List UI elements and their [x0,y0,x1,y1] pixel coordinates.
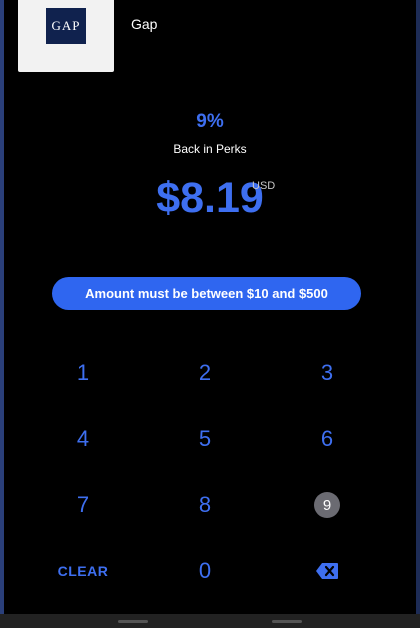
perks-percent: 9% [196,111,224,132]
key-5[interactable]: 5 [144,406,266,472]
key-3[interactable]: 3 [266,340,388,406]
perks-label: Back in Perks [173,142,247,156]
left-edge [0,0,4,628]
key-1[interactable]: 1 [22,340,144,406]
backspace-icon [316,563,338,579]
nav-indicator-left [118,620,148,623]
right-edge [416,0,420,628]
backspace-button[interactable] [266,538,388,604]
validation-text: Amount must be between $10 and $500 [85,286,328,301]
key-0[interactable]: 0 [144,538,266,604]
key-7[interactable]: 7 [22,472,144,538]
currency-code: USD [252,180,276,192]
amount-value: $8.19 [156,174,264,222]
gift-card-amount-screen: GAP Gap 9% Back in Perks $8.19 USD Amoun… [0,0,420,628]
key-9-pressed-label: 9 [314,492,340,518]
key-8[interactable]: 8 [144,472,266,538]
merchant-header: GAP Gap [18,0,418,72]
nav-indicator-right [272,620,302,623]
key-2[interactable]: 2 [144,340,266,406]
validation-message: Amount must be between $10 and $500 [52,277,361,310]
gap-logo: GAP [46,8,86,44]
key-6[interactable]: 6 [266,406,388,472]
amount-display: $8.19 [0,174,420,223]
merchant-name: Gap [131,16,158,32]
bottom-nav-strip [0,614,420,628]
key-4[interactable]: 4 [22,406,144,472]
key-9[interactable]: 9 [266,472,388,538]
logo-text: GAP [51,18,81,33]
merchant-logo-card: GAP [18,0,114,72]
number-keypad: 1 2 3 4 5 6 7 8 9 CLEAR 0 [22,340,388,608]
clear-button[interactable]: CLEAR [22,538,144,604]
